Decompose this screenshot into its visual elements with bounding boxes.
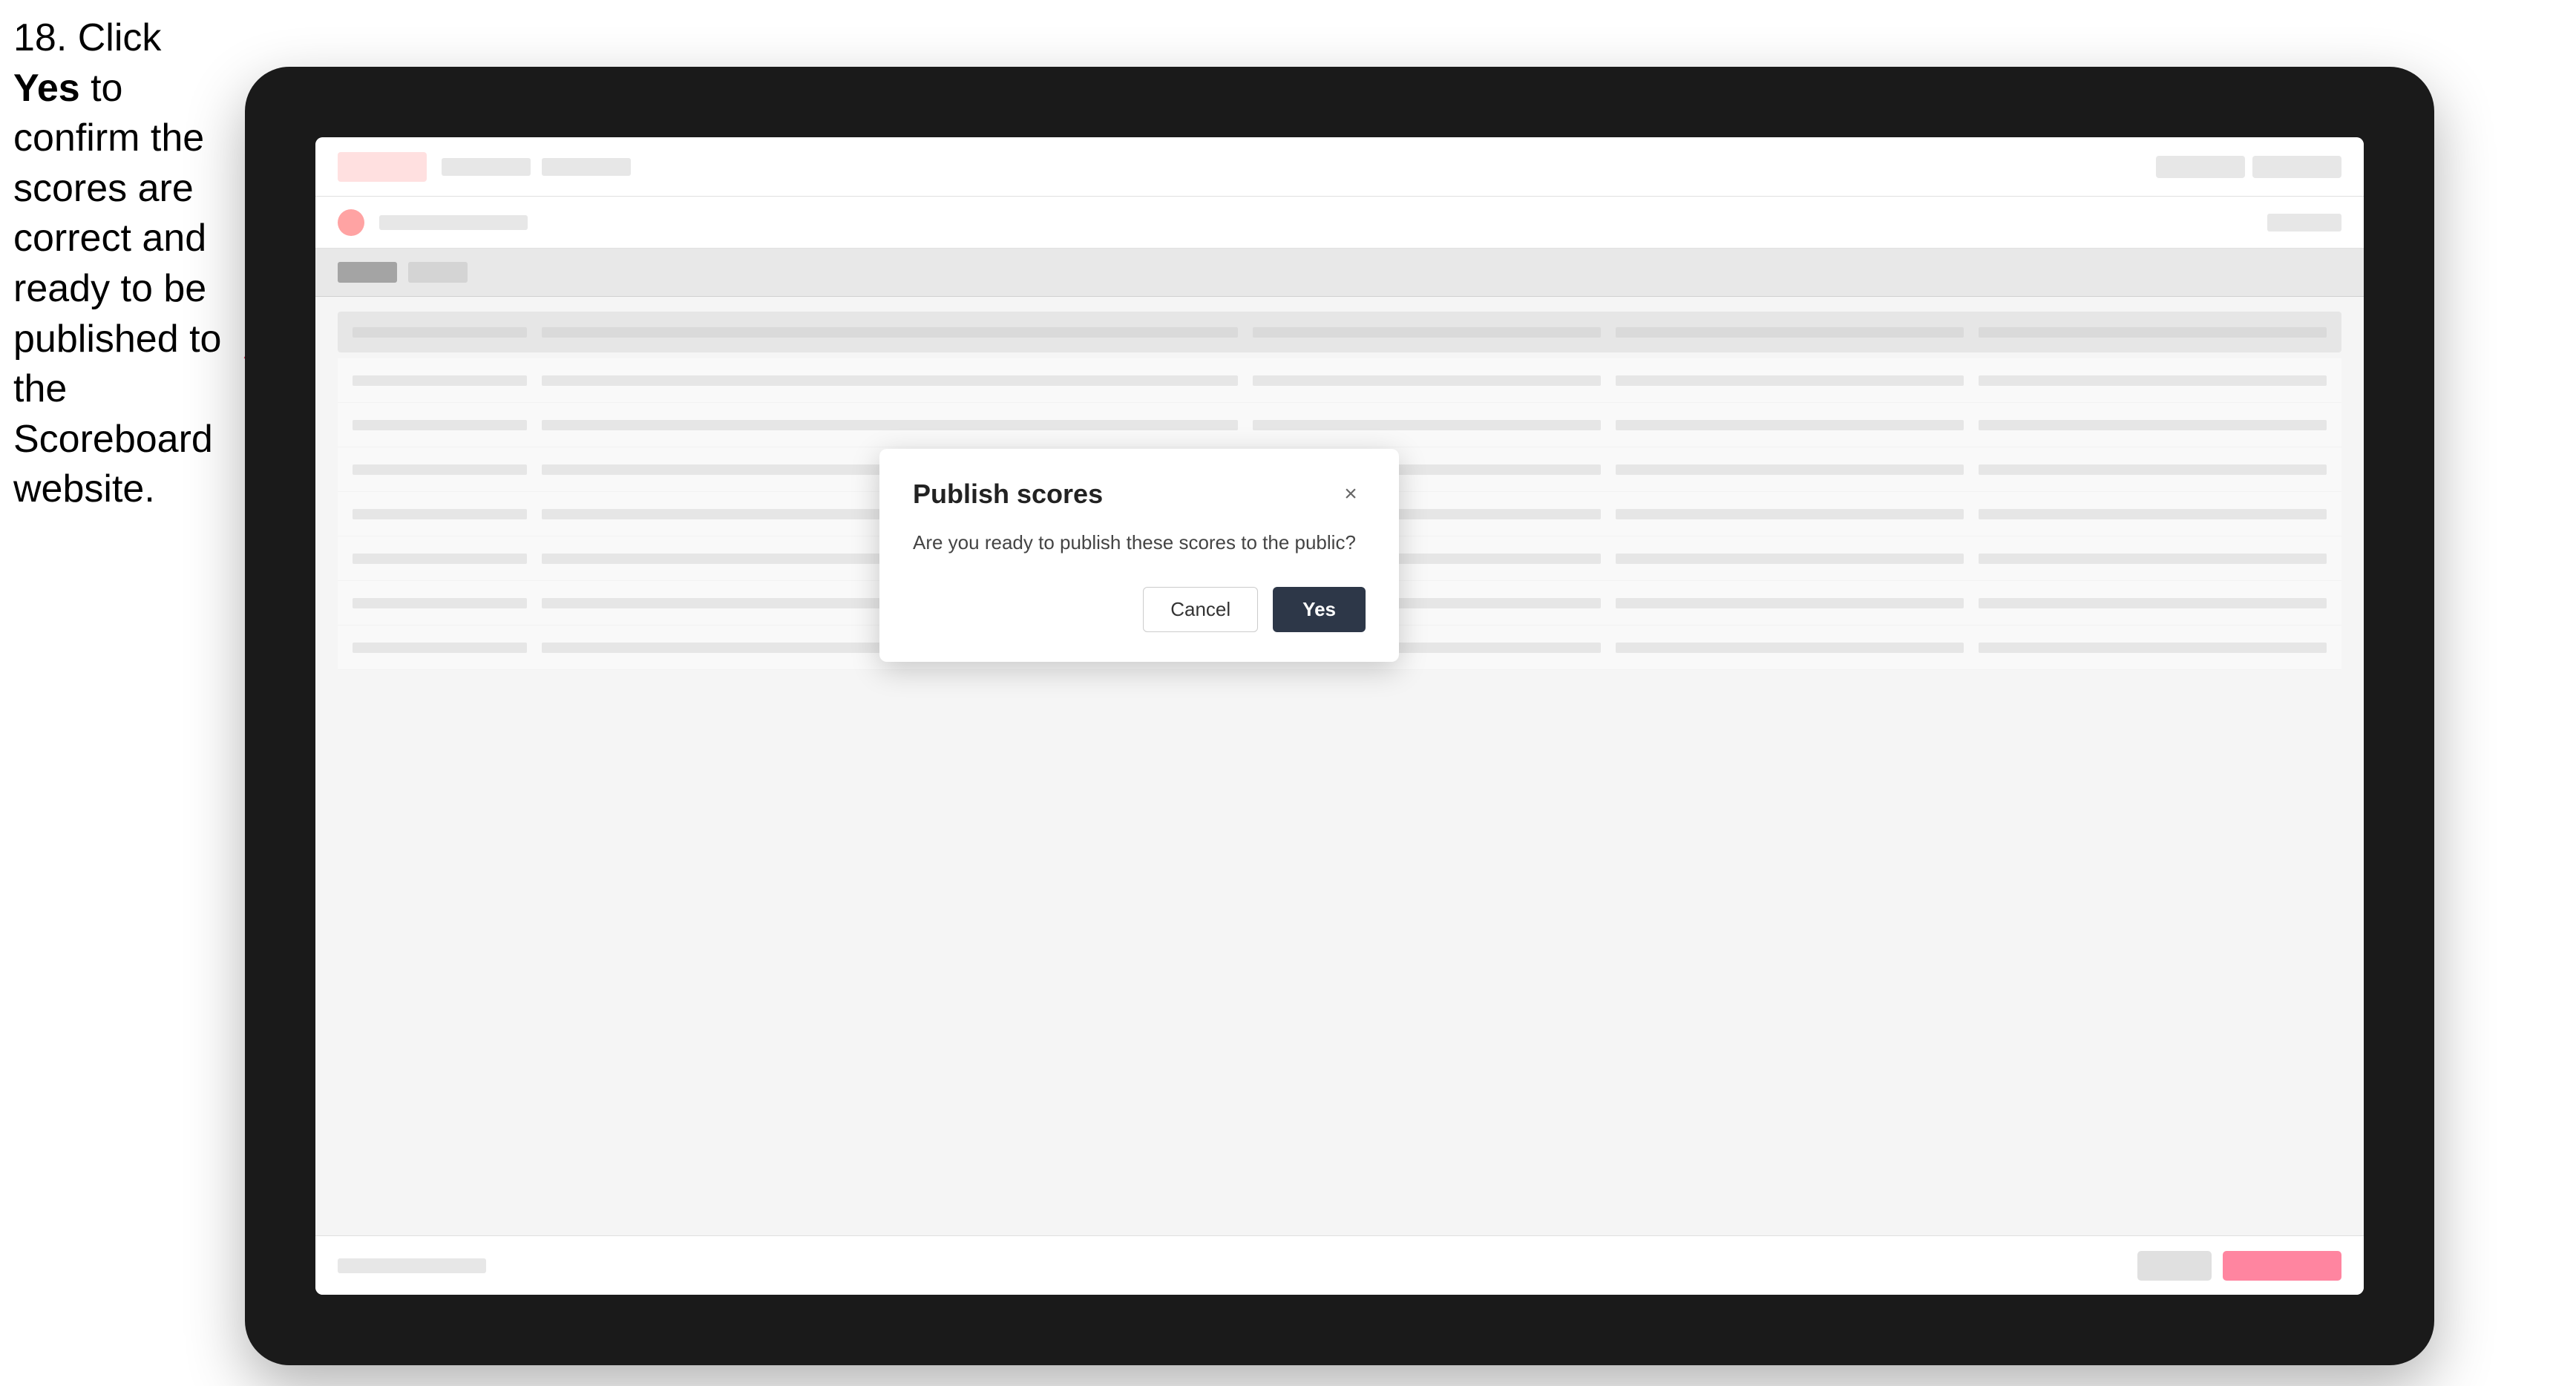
col-total xyxy=(1979,327,2327,338)
tab-bar xyxy=(315,249,2364,297)
header-nav xyxy=(442,158,2141,176)
modal-title: Publish scores xyxy=(913,479,1103,510)
reg-btn xyxy=(2252,156,2341,178)
tablet-device: Publish scores × Are you ready to publis… xyxy=(245,67,2434,1365)
save-btn xyxy=(2137,1251,2212,1281)
publish-scores-modal: Publish scores × Are you ready to publis… xyxy=(879,449,1399,662)
nav-item-event xyxy=(542,158,631,176)
modal-close-button[interactable]: × xyxy=(1336,479,1366,509)
col-club xyxy=(1253,327,1601,338)
modal-header: Publish scores × xyxy=(913,479,1366,510)
step-number: 18. xyxy=(13,16,67,59)
event-icon xyxy=(338,209,364,236)
app-logo xyxy=(338,152,427,182)
event-name xyxy=(379,215,528,230)
tablet-screen: Publish scores × Are you ready to publis… xyxy=(315,137,2364,1295)
app-header xyxy=(315,137,2364,197)
table-row xyxy=(338,358,2341,403)
col-score xyxy=(1616,327,1964,338)
privacy-link xyxy=(338,1258,486,1273)
modal-footer: Cancel Yes xyxy=(913,587,1366,632)
col-place xyxy=(353,327,527,338)
sub-header xyxy=(315,197,2364,249)
tab-score xyxy=(338,262,397,283)
table-row xyxy=(338,403,2341,447)
cancel-button[interactable]: Cancel xyxy=(1143,587,1258,632)
bottom-actions xyxy=(2137,1251,2341,1281)
modal-body-text: Are you ready to publish these scores to… xyxy=(913,528,1366,557)
yes-button[interactable]: Yes xyxy=(1273,587,1366,632)
table-header xyxy=(338,312,2341,352)
event-status xyxy=(2267,214,2341,231)
nav-item-customise xyxy=(442,158,531,176)
instruction-text: 18. Click Yes to confirm the scores are … xyxy=(13,13,229,515)
header-actions xyxy=(2156,156,2341,178)
tab-active xyxy=(408,262,468,283)
col-name xyxy=(542,327,1238,338)
publish-scores-btn xyxy=(2223,1251,2341,1281)
view-scores-btn xyxy=(2156,156,2245,178)
bottom-bar xyxy=(315,1235,2364,1295)
